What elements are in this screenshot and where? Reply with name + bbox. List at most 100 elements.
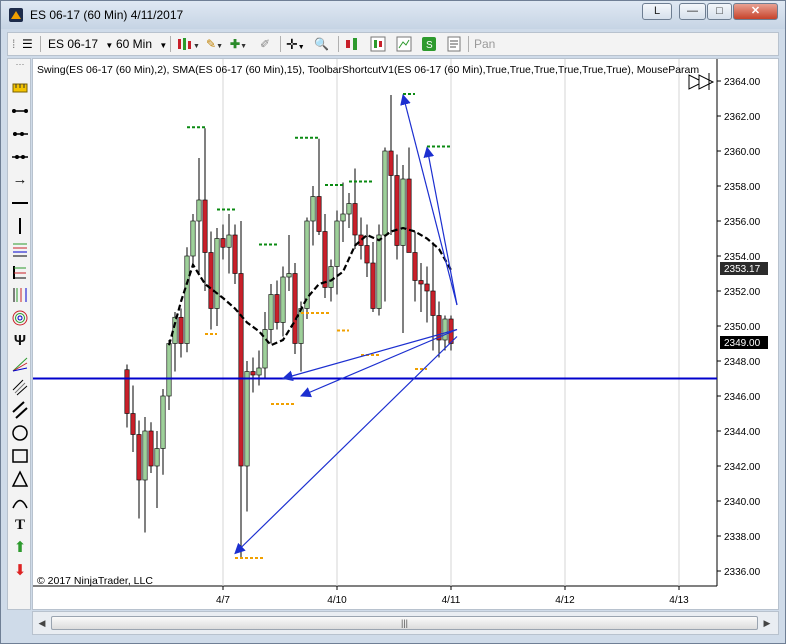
regression-channel-icon[interactable] [11, 378, 29, 396]
scroll-thumb[interactable]: ||| [51, 616, 758, 630]
y-tick-label: 2362.00 [724, 112, 761, 123]
trend-channel-icon[interactable] [11, 401, 29, 419]
indicators-icon[interactable] [344, 36, 360, 52]
drawbar-grip-icon: ⋯ [15, 59, 25, 69]
restore-button[interactable]: □ [707, 3, 732, 20]
andrews-pitchfork-icon[interactable]: Ψ [11, 332, 29, 350]
y-tick-label: 2350.00 [724, 322, 761, 333]
extended-line-icon[interactable] [11, 148, 29, 166]
x-tick-label: 4/7 [216, 595, 230, 606]
candle-body [172, 316, 178, 344]
x-tick-label: 4/11 [442, 595, 461, 606]
arrow-down-icon[interactable]: ⬇ [11, 562, 29, 580]
y-tick-label: 2348.00 [724, 357, 761, 368]
candle-body [328, 266, 334, 288]
candle-body [148, 430, 154, 467]
x-tick-label: 4/13 [669, 595, 689, 606]
chart-panel[interactable]: 2364.00 2362.00 2360.00 2358.00 2356.00 2354.… [32, 58, 779, 610]
ellipse-icon[interactable] [11, 424, 29, 442]
arrow-up-icon[interactable]: ⬆ [11, 539, 29, 557]
vertical-line-icon[interactable] [11, 217, 29, 235]
fib-retracement-icon[interactable] [11, 240, 29, 258]
ray-icon[interactable] [11, 125, 29, 143]
y-tick-label: 2344.00 [724, 427, 761, 438]
horizontal-scrollbar[interactable]: ◀ ||| ▶ [32, 611, 779, 635]
scroll-left-icon[interactable]: ◀ [36, 616, 48, 630]
help-button[interactable]: L [642, 3, 672, 20]
toolbar-separator [40, 36, 41, 52]
drawing-tools-bar: ⋯ → Ψ T ⬆ ⬇ [7, 58, 31, 610]
svg-text:▼: ▼ [193, 43, 200, 50]
candle-body [178, 316, 184, 344]
candle-body [184, 255, 190, 344]
minimize-button[interactable]: — [679, 3, 706, 20]
drawing-objects[interactable] [33, 93, 717, 555]
chart-style-icon[interactable]: ▼ [176, 36, 200, 52]
candle-body [190, 220, 196, 257]
fib-circle-icon[interactable] [11, 309, 29, 327]
candle-body [340, 213, 346, 222]
candle-body [382, 150, 388, 236]
candle-body [214, 238, 220, 309]
scroll-right-icon[interactable]: ▶ [761, 616, 773, 630]
candle-body [280, 276, 286, 323]
line-icon[interactable] [11, 102, 29, 120]
instrument-label: ES 06-17 [48, 37, 99, 51]
ruler-icon[interactable] [11, 79, 29, 97]
chevron-down-icon: ▼ [159, 41, 168, 50]
candle-body [124, 369, 130, 414]
price-chart[interactable]: 2364.00 2362.00 2360.00 2358.00 2356.00 2354.… [33, 59, 778, 609]
triangle-icon[interactable] [11, 470, 29, 488]
pencil-icon[interactable]: ✎▼ [206, 36, 223, 52]
chart-window: ES 06-17 (60 Min) 4/11/2017 L — □ ✕ ⁞ ☰ … [0, 0, 786, 644]
candle-body [232, 234, 238, 274]
candle-body [352, 203, 358, 236]
horizontal-line-icon[interactable] [11, 194, 29, 212]
plus-icon[interactable]: ✚▼ [230, 36, 247, 52]
candle-body [220, 238, 226, 248]
y-tick-label: 2354.00 [724, 252, 761, 263]
arc-icon[interactable] [11, 493, 29, 511]
arrow-drawing [234, 336, 458, 555]
ninjatrader-logo-icon [9, 8, 23, 22]
candle-body [166, 343, 172, 397]
last-price-marker: 2353.17 [720, 262, 768, 275]
arrow-line-icon[interactable]: → [11, 171, 29, 189]
properties-icon[interactable] [446, 36, 462, 52]
text-icon[interactable]: T [11, 516, 29, 534]
candle-body [424, 283, 430, 292]
toolbar-grip-icon: ⁞ [12, 37, 16, 51]
gann-fan-icon[interactable] [11, 355, 29, 373]
x-tick-label: 4/10 [327, 595, 347, 606]
y-tick-label: 2360.00 [724, 147, 761, 158]
svg-text:S: S [426, 40, 433, 51]
candle-body [388, 150, 394, 176]
chart-toolbar: ⁞ ☰ ES 06-17 ▼ 60 Min ▼ ▼ ✎▼ ✚▼ ✐ ✛▼ 🔍 S… [7, 32, 779, 56]
candle-body [316, 196, 322, 232]
arrow-drawing [300, 328, 458, 398]
strategies-icon[interactable] [370, 36, 386, 52]
eraser-icon[interactable]: ✐ [260, 36, 270, 52]
crosshair-icon[interactable]: ✛▼ [286, 36, 305, 52]
close-button[interactable]: ✕ [733, 3, 778, 20]
interval-selector[interactable]: 60 Min ▼ [116, 36, 167, 52]
templates-icon[interactable] [396, 36, 412, 52]
fib-extension-icon[interactable] [11, 263, 29, 281]
pan-button[interactable]: Pan [474, 36, 495, 52]
instrument-selector[interactable]: ES 06-17 ▼ [48, 36, 113, 52]
candle-body [136, 434, 142, 481]
candle-body [142, 430, 148, 481]
arrow-drawing [423, 146, 458, 306]
menu-icon[interactable]: ☰ [22, 36, 33, 52]
rectangle-icon[interactable] [11, 447, 29, 465]
save-icon[interactable]: S [421, 36, 437, 52]
candle-body [418, 280, 424, 285]
fib-time-icon[interactable] [11, 286, 29, 304]
candle-body [286, 273, 292, 278]
candle-body [364, 245, 370, 264]
candle-body [370, 262, 376, 309]
candle-body [154, 448, 160, 467]
zoom-icon[interactable]: 🔍 [314, 36, 329, 52]
title-bar[interactable]: ES 06-17 (60 Min) 4/11/2017 L — □ ✕ [1, 1, 785, 29]
last-price-label: 2353.17 [724, 264, 761, 275]
